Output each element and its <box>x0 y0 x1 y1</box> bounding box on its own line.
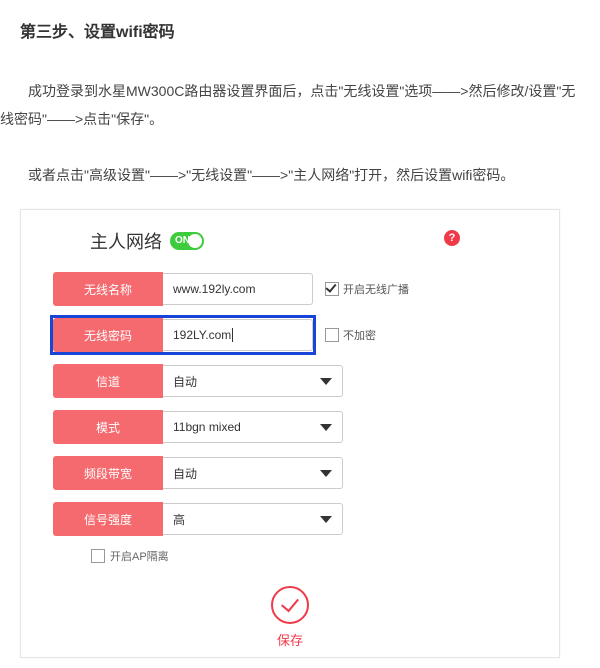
checkbox-ap-isolation[interactable]: 开启AP隔离 <box>53 548 527 564</box>
row-mode: 模式 11bgn mixed <box>53 410 527 444</box>
input-wireless-name[interactable]: www.192ly.com <box>163 273 313 305</box>
label-signal: 信号强度 <box>53 502 163 536</box>
save-area: 保存 <box>35 586 545 649</box>
row-channel: 信道 自动 <box>53 364 527 398</box>
label-mode: 模式 <box>53 410 163 444</box>
network-toggle[interactable]: ON <box>170 232 204 250</box>
form-rows: 无线名称 www.192ly.com 开启无线广播 无线密码 192LY.com… <box>35 272 545 564</box>
checkbox-noencrypt[interactable]: 不加密 <box>325 327 376 343</box>
chevron-down-icon <box>320 516 332 523</box>
label-channel: 信道 <box>53 364 163 398</box>
checkbox-noencrypt-label: 不加密 <box>343 327 376 343</box>
dropdown-channel-value: 自动 <box>173 373 197 390</box>
save-label: 保存 <box>35 630 545 649</box>
chevron-down-icon <box>320 424 332 431</box>
input-wireless-password[interactable]: 192LY.com <box>163 319 313 351</box>
checkbox-icon <box>91 549 105 563</box>
help-icon[interactable]: ? <box>444 230 460 246</box>
dropdown-channel[interactable]: 自动 <box>163 365 343 397</box>
chevron-down-icon <box>320 378 332 385</box>
router-settings-panel: 主人网络 ON ? 无线名称 www.192ly.com 开启无线广播 无线密码… <box>20 209 560 658</box>
input-wireless-password-value: 192LY.com <box>173 328 231 342</box>
row-wireless-password: 无线密码 192LY.com 不加密 <box>53 318 527 352</box>
save-button[interactable] <box>271 586 309 624</box>
row-bandwidth: 频段带宽 自动 <box>53 456 527 490</box>
step-heading: 第三步、设置wifi密码 <box>0 0 580 42</box>
label-wireless-password: 无线密码 <box>53 318 163 352</box>
check-icon <box>281 594 299 613</box>
panel-header: 主人网络 ON ? <box>35 228 545 254</box>
chevron-down-icon <box>320 470 332 477</box>
panel-title: 主人网络 <box>90 228 162 254</box>
paragraph-1: 成功登录到水星MW300C路由器设置界面后，点击"无线设置"选项——>然后修改/… <box>0 77 580 133</box>
row-signal: 信号强度 高 <box>53 502 527 536</box>
dropdown-bandwidth-value: 自动 <box>173 465 197 482</box>
dropdown-signal[interactable]: 高 <box>163 503 343 535</box>
dropdown-mode-value: 11bgn mixed <box>173 420 241 434</box>
label-bandwidth: 频段带宽 <box>53 456 163 490</box>
row-wireless-name: 无线名称 www.192ly.com 开启无线广播 <box>53 272 527 306</box>
dropdown-mode[interactable]: 11bgn mixed <box>163 411 343 443</box>
dropdown-signal-value: 高 <box>173 511 185 528</box>
text-cursor-icon <box>232 328 233 342</box>
checkbox-ap-isolation-label: 开启AP隔离 <box>110 548 169 564</box>
checkbox-icon <box>325 328 339 342</box>
paragraph-2: 或者点击"高级设置"——>"无线设置"——>"主人网络"打开，然后设置wifi密… <box>0 161 580 189</box>
checkbox-icon <box>325 282 339 296</box>
checkbox-broadcast-label: 开启无线广播 <box>343 281 409 297</box>
label-wireless-name: 无线名称 <box>53 272 163 306</box>
checkbox-broadcast[interactable]: 开启无线广播 <box>325 281 409 297</box>
dropdown-bandwidth[interactable]: 自动 <box>163 457 343 489</box>
